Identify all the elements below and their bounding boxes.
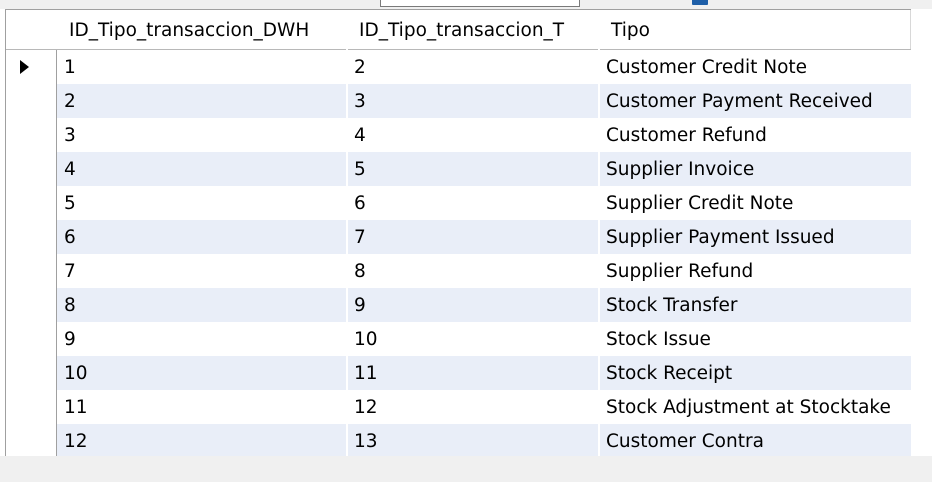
- cell-id-tipo-transaccion-t[interactable]: 10: [347, 322, 599, 356]
- cell-tipo[interactable]: Stock Transfer: [599, 288, 911, 322]
- cell-tipo[interactable]: Stock Receipt: [599, 356, 911, 390]
- table-row[interactable]: 12 13 Customer Contra: [57, 424, 911, 457]
- toolbar-strip: [0, 0, 932, 9]
- cell-id-tipo-transaccion-dwh[interactable]: 9: [57, 322, 347, 356]
- cell-id-tipo-transaccion-dwh[interactable]: 11: [57, 390, 347, 424]
- table-row[interactable]: 10 11 Stock Receipt: [57, 356, 911, 390]
- cell-id-tipo-transaccion-dwh[interactable]: 1: [57, 50, 347, 84]
- cell-id-tipo-transaccion-dwh[interactable]: 3: [57, 118, 347, 152]
- grid-bottom-area: [0, 456, 932, 482]
- cell-id-tipo-transaccion-dwh[interactable]: 2: [57, 84, 347, 118]
- cell-id-tipo-transaccion-dwh[interactable]: 8: [57, 288, 347, 322]
- column-header-id-tipo-transaccion-dwh[interactable]: ID_Tipo_transaccion_DWH: [57, 10, 347, 49]
- cell-tipo[interactable]: Stock Adjustment at Stocktake: [599, 390, 911, 424]
- table-row[interactable]: 11 12 Stock Adjustment at Stocktake: [57, 390, 911, 424]
- current-row-arrow-icon: [20, 60, 29, 74]
- cell-tipo[interactable]: Supplier Refund: [599, 254, 911, 288]
- cell-tipo[interactable]: Customer Refund: [599, 118, 911, 152]
- cell-id-tipo-transaccion-t[interactable]: 11: [347, 356, 599, 390]
- cell-tipo[interactable]: Customer Contra: [599, 424, 911, 457]
- cell-id-tipo-transaccion-t[interactable]: 4: [347, 118, 599, 152]
- cell-tipo[interactable]: Supplier Credit Note: [599, 186, 911, 220]
- cell-id-tipo-transaccion-dwh[interactable]: 4: [57, 152, 347, 186]
- cell-id-tipo-transaccion-t[interactable]: 2: [347, 50, 599, 84]
- table-row[interactable]: 7 8 Supplier Refund: [57, 254, 911, 288]
- cell-id-tipo-transaccion-t[interactable]: 8: [347, 254, 599, 288]
- toolbar-icon[interactable]: [692, 0, 708, 5]
- row-header-column[interactable]: [6, 10, 57, 457]
- table-row[interactable]: 1 2 Customer Credit Note: [57, 50, 911, 84]
- table-row[interactable]: 6 7 Supplier Payment Issued: [57, 220, 911, 254]
- cell-tipo[interactable]: Customer Credit Note: [599, 50, 911, 84]
- cell-id-tipo-transaccion-t[interactable]: 5: [347, 152, 599, 186]
- cell-id-tipo-transaccion-t[interactable]: 12: [347, 390, 599, 424]
- column-header-id-tipo-transaccion-t[interactable]: ID_Tipo_transaccion_T: [347, 10, 599, 49]
- cell-tipo[interactable]: Customer Payment Received: [599, 84, 911, 118]
- column-separator: [598, 10, 600, 457]
- cell-id-tipo-transaccion-dwh[interactable]: 10: [57, 356, 347, 390]
- table-row[interactable]: 9 10 Stock Issue: [57, 322, 911, 356]
- table-row[interactable]: 3 4 Customer Refund: [57, 118, 911, 152]
- toolbar-input[interactable]: [380, 0, 580, 7]
- cell-id-tipo-transaccion-dwh[interactable]: 7: [57, 254, 347, 288]
- table-row[interactable]: 2 3 Customer Payment Received: [57, 84, 911, 118]
- column-separator: [346, 10, 348, 457]
- cell-id-tipo-transaccion-t[interactable]: 6: [347, 186, 599, 220]
- cell-id-tipo-transaccion-dwh[interactable]: 12: [57, 424, 347, 457]
- cell-tipo[interactable]: Supplier Invoice: [599, 152, 911, 186]
- cell-id-tipo-transaccion-dwh[interactable]: 5: [57, 186, 347, 220]
- cell-id-tipo-transaccion-t[interactable]: 7: [347, 220, 599, 254]
- table-row[interactable]: 4 5 Supplier Invoice: [57, 152, 911, 186]
- column-header-tipo[interactable]: Tipo: [599, 10, 911, 49]
- table-row[interactable]: 8 9 Stock Transfer: [57, 288, 911, 322]
- cell-id-tipo-transaccion-t[interactable]: 13: [347, 424, 599, 457]
- cell-tipo[interactable]: Supplier Payment Issued: [599, 220, 911, 254]
- cell-id-tipo-transaccion-dwh[interactable]: 6: [57, 220, 347, 254]
- table-row[interactable]: 5 6 Supplier Credit Note: [57, 186, 911, 220]
- cell-id-tipo-transaccion-t[interactable]: 9: [347, 288, 599, 322]
- results-grid[interactable]: ID_Tipo_transaccion_DWH ID_Tipo_transacc…: [5, 9, 911, 457]
- cell-id-tipo-transaccion-t[interactable]: 3: [347, 84, 599, 118]
- cell-tipo[interactable]: Stock Issue: [599, 322, 911, 356]
- grid-header: ID_Tipo_transaccion_DWH ID_Tipo_transacc…: [6, 10, 911, 50]
